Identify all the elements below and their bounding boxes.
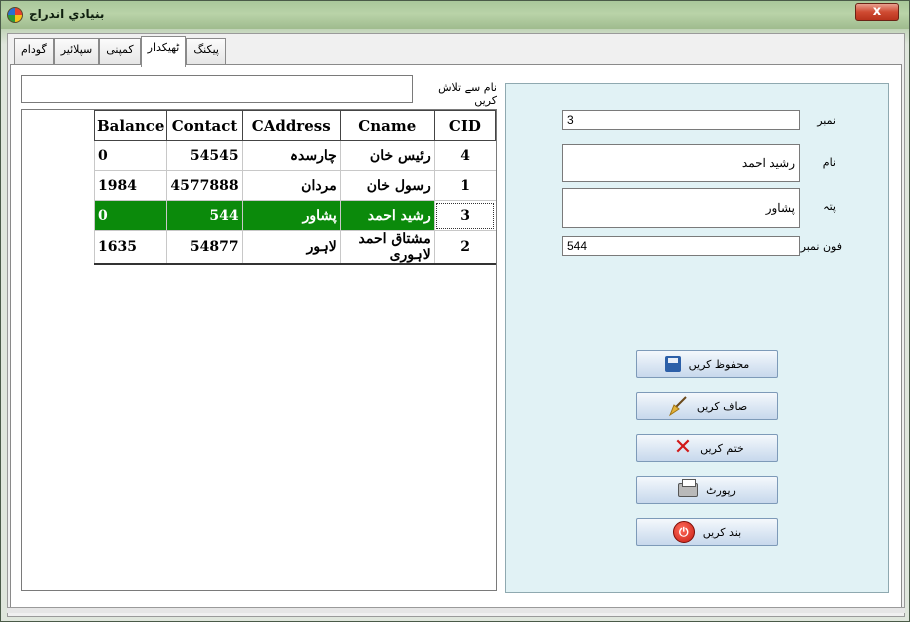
status-bar	[7, 607, 905, 613]
tab-company[interactable]: کمپنی	[99, 38, 141, 66]
address-field[interactable]	[562, 188, 800, 228]
table-row[interactable]: 1984 4577888 مردان رسول خان 1	[93, 170, 496, 201]
cell-cid[interactable]: 3	[433, 200, 496, 231]
cell-contact[interactable]: 54877	[166, 230, 243, 265]
grid-table: Balance Contact CAddress Cname CID 0 545…	[93, 110, 497, 265]
client-area: پیکنگ ٹھیکدار کمپنی سپلائیر گودام نام سے…	[7, 33, 905, 617]
cell-address[interactable]: لاہور	[241, 230, 341, 265]
tab-panel: نام سے تلاش کریں Balance Contact CAddres…	[10, 64, 902, 612]
number-label: نمبر	[817, 114, 836, 127]
report-button[interactable]: رپورٹ	[636, 476, 778, 504]
clear-button[interactable]: صاف کریں	[636, 392, 778, 420]
search-input[interactable]	[21, 75, 413, 103]
title-bar[interactable]: بنيادي اندراج x	[1, 1, 909, 29]
number-field[interactable]	[562, 110, 800, 130]
cell-balance[interactable]: 1984	[93, 170, 167, 201]
phone-label: فون نمبر	[800, 240, 842, 253]
exit-button-label: بند کریں	[702, 525, 742, 539]
cell-balance[interactable]: 0	[93, 140, 167, 171]
cell-contact[interactable]: 54545	[166, 140, 243, 171]
column-header-caddress[interactable]: CAddress	[241, 110, 341, 141]
column-header-balance[interactable]: Balance	[93, 110, 168, 141]
phone-field[interactable]	[562, 236, 800, 256]
column-header-contact[interactable]: Contact	[166, 110, 243, 141]
search-label: نام سے تلاش کریں	[438, 81, 497, 107]
save-button-label: محفوظ کریں	[688, 357, 750, 371]
app-icon	[7, 7, 23, 23]
window-title: بنيادي اندراج	[29, 7, 105, 21]
cell-cid[interactable]: 4	[433, 140, 496, 171]
name-label: نام	[822, 156, 836, 169]
tab-warehouse[interactable]: گودام	[14, 38, 54, 66]
tab-contractor[interactable]: ٹھیکدار	[140, 36, 187, 67]
cell-cname[interactable]: رشید احمد	[339, 200, 435, 231]
save-button[interactable]: محفوظ کریں	[636, 350, 778, 378]
name-field[interactable]	[562, 144, 800, 182]
floppy-disk-icon	[664, 356, 681, 372]
broom-icon	[667, 395, 689, 417]
cell-balance[interactable]: 1635	[93, 230, 167, 265]
cell-contact[interactable]: 544	[166, 200, 243, 231]
cell-cname[interactable]: رئیس خان	[339, 140, 435, 171]
contractor-grid[interactable]: Balance Contact CAddress Cname CID 0 545…	[21, 109, 497, 591]
address-label: پتہ	[823, 200, 836, 213]
tab-supplier[interactable]: سپلائیر	[53, 38, 100, 66]
contractor-form-panel: نمبر نام پتہ فون نمبر محفوظ کریں صاف کری…	[505, 83, 889, 593]
cell-balance[interactable]: 0	[93, 200, 167, 231]
column-header-cname[interactable]: Cname	[339, 110, 435, 141]
delete-button[interactable]: ختم کریں ✕	[636, 434, 778, 462]
cell-cname[interactable]: رسول خان	[339, 170, 435, 201]
clear-button-label: صاف کریں	[696, 399, 748, 413]
exit-button[interactable]: بند کریں ⏻	[636, 518, 778, 546]
column-header-cid[interactable]: CID	[433, 110, 497, 141]
power-icon: ⏻	[672, 521, 695, 543]
report-button-label: رپورٹ	[706, 483, 736, 497]
close-window-button[interactable]: x	[855, 3, 899, 21]
grid-header-row: Balance Contact CAddress Cname CID	[93, 110, 497, 141]
cell-cname[interactable]: مشتاق احمد لاہوری	[339, 230, 435, 265]
cell-contact[interactable]: 4577888	[166, 170, 243, 201]
main-window: بنيادي اندراج x پیکنگ ٹھیکدار کمپنی سپلا…	[0, 0, 910, 622]
printer-icon	[678, 479, 699, 497]
tab-picking[interactable]: پیکنگ	[186, 38, 226, 66]
tab-strip: پیکنگ ٹھیکدار کمپنی سپلائیر گودام	[14, 36, 226, 67]
red-x-icon: ✕	[673, 435, 693, 460]
cell-address[interactable]: پشاور	[241, 200, 341, 231]
cell-address[interactable]: مردان	[241, 170, 341, 201]
cell-cid[interactable]: 2	[433, 230, 496, 265]
delete-button-label: ختم کریں	[700, 441, 744, 455]
table-row[interactable]: 0 54545 چارسدہ رئیس خان 4	[93, 140, 496, 171]
cell-cid[interactable]: 1	[433, 170, 496, 201]
table-row-selected[interactable]: 0 544 پشاور رشید احمد 3	[93, 200, 496, 231]
table-row[interactable]: 1635 54877 لاہور مشتاق احمد لاہوری 2	[93, 230, 496, 265]
cell-address[interactable]: چارسدہ	[241, 140, 341, 171]
